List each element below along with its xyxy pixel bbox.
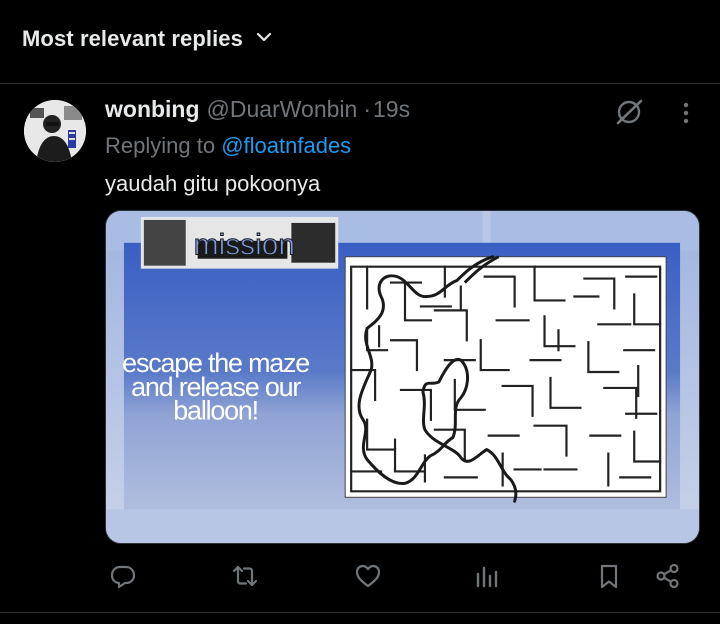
grok-icon[interactable] [614,97,644,127]
replying-to-mention[interactable]: @floatnfades [221,133,351,158]
retweet-button[interactable] [227,560,263,596]
tweet-media-image[interactable]: mission escape the maze and release our … [105,210,700,544]
reply-button[interactable] [105,560,141,596]
bookmark-button[interactable] [591,560,627,596]
maze-board [344,256,667,498]
separator: · [363,96,371,122]
sort-dropdown-button[interactable]: Most relevant replies [22,26,273,52]
share-button[interactable] [650,560,686,596]
timestamp[interactable]: 19s [373,96,410,123]
replying-to-line: Replying to @floatnfades [105,133,351,159]
like-button[interactable] [350,560,386,596]
share-icon [654,562,682,595]
chevron-down-icon [255,28,273,51]
more-icon[interactable] [672,99,700,127]
reply-tweet: wonbing @DuarWonbin · 19s Replying to @f… [0,85,720,624]
sort-label: Most relevant replies [22,26,243,51]
divider [0,612,720,613]
user-handle[interactable]: @DuarWonbin [207,96,358,123]
mission-banner-text: mission [194,229,295,262]
caption-line-3: balloon! [173,396,258,426]
action-bar [0,560,720,600]
bookmark-icon [595,562,623,595]
avatar[interactable] [24,100,86,162]
views-icon [473,562,501,595]
like-icon [354,562,382,595]
views-button[interactable] [469,560,505,596]
display-name[interactable]: wonbing [105,96,200,123]
reply-icon [109,562,137,595]
tweet-text: yaudah gitu pokoonya [105,171,321,196]
tweet-header: wonbing @DuarWonbin · 19s [105,96,410,123]
replying-prefix: Replying to [105,133,216,158]
sort-bar: Most relevant replies [0,0,720,84]
retweet-icon [231,562,259,595]
